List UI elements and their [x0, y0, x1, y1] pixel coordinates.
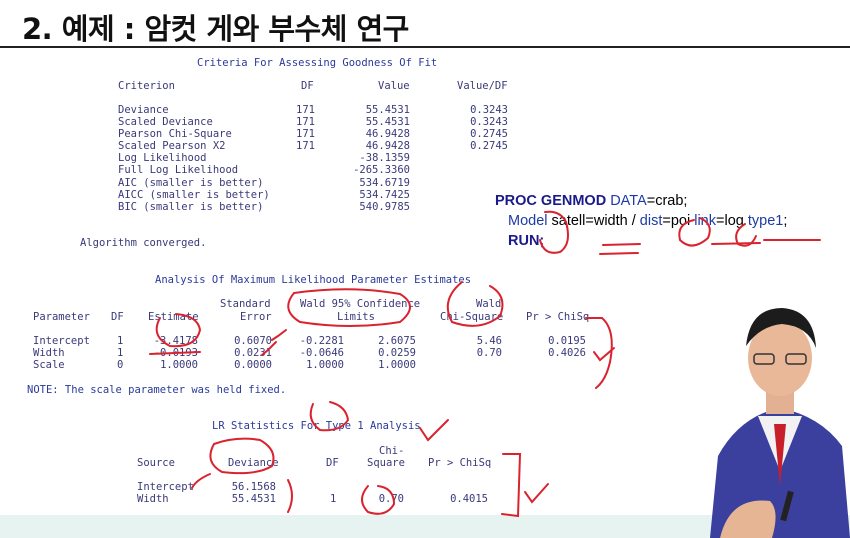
mle-parameter: Width — [33, 347, 65, 359]
code-run: RUN; — [508, 233, 545, 249]
mle-col-pr: Pr > ChiSq — [526, 311, 590, 323]
slide-title: 2. 예제 : 암컷 게와 부수체 연구 — [22, 12, 409, 46]
mle-upper: 1.0000 — [378, 359, 416, 371]
code-data-value: =crab; — [646, 193, 688, 209]
fit-criterion: Scaled Deviance — [118, 116, 213, 128]
fit-criterion: Log Likelihood — [118, 152, 207, 164]
mle-col-df: DF — [111, 311, 124, 323]
presenter-video — [710, 308, 850, 538]
mle-parameter: Intercept — [33, 335, 90, 347]
fit-df: 171 — [296, 140, 315, 152]
fit-valuedf: 0.3243 — [470, 116, 508, 128]
fit-criterion: Full Log Likelihood — [118, 164, 239, 176]
mle-head-wald-ci: Wald 95% Confidence — [300, 298, 421, 310]
code-link-value: =log — [716, 213, 748, 229]
mle-heading: Analysis Of Maximum Likelihood Parameter… — [155, 274, 472, 286]
mle-col-estimate: Estimate — [148, 311, 199, 323]
fit-col-valuedf: Value/DF — [457, 80, 508, 92]
code-dist-value: =poi — [662, 213, 695, 229]
mle-parameter: Scale — [33, 359, 65, 371]
fit-df: 171 — [296, 128, 315, 140]
code-end: ; — [783, 213, 788, 229]
mle-df: 0 — [117, 359, 124, 371]
mle-df: 1 — [117, 335, 124, 347]
fit-value: 46.9428 — [365, 140, 410, 152]
fit-value: 534.6719 — [359, 177, 410, 189]
fit-value: -265.3360 — [353, 164, 410, 176]
mle-error: 0.0000 — [234, 359, 272, 371]
fit-heading: Criteria For Assessing Goodness Of Fit — [197, 57, 438, 69]
lr-pr: 0.4015 — [450, 493, 488, 505]
mle-df: 1 — [117, 347, 124, 359]
mle-estimate: -0.0193 — [153, 347, 198, 359]
fit-value: 55.4531 — [365, 116, 410, 128]
mle-lower: -0.0646 — [299, 347, 344, 359]
fit-criterion: Pearson Chi-Square — [118, 128, 232, 140]
code-data-option: DATA — [610, 193, 647, 209]
mle-chisq: 0.70 — [476, 347, 502, 359]
scale-note: NOTE: The scale parameter was held fixed… — [27, 384, 287, 396]
code-proc-keyword: PROC GENMOD — [495, 193, 607, 209]
lr-deviance: 55.4531 — [231, 493, 276, 505]
mle-head-wald: Wald — [476, 298, 502, 310]
mle-head-standard: Standard — [220, 298, 271, 310]
code-dist-option: dist — [639, 213, 663, 229]
mle-col-parameter: Parameter — [33, 311, 90, 323]
mle-col-error: Error — [240, 311, 272, 323]
fit-valuedf: 0.3243 — [470, 104, 508, 116]
fit-value: 55.4531 — [365, 104, 410, 116]
converged-message: Algorithm converged. — [80, 237, 207, 249]
fit-valuedf: 0.2745 — [470, 128, 508, 140]
fit-value: 46.9428 — [365, 128, 410, 140]
mle-col-limits: Limits — [337, 311, 375, 323]
code-type-option: type1 — [747, 213, 784, 229]
code-link-option: link — [694, 213, 716, 229]
fit-col-df: DF — [301, 80, 314, 92]
fit-df: 171 — [296, 104, 315, 116]
fit-value: 534.7425 — [359, 189, 410, 201]
fit-criterion: BIC (smaller is better) — [118, 201, 264, 213]
lr-col-df: DF — [326, 457, 339, 469]
code-line-1: PROC GENMOD DATA=crab; — [495, 193, 687, 209]
mle-estimate: 1.0000 — [160, 359, 198, 371]
mle-pr: 0.0195 — [548, 335, 586, 347]
mle-col-chisq: Chi-Square — [440, 311, 504, 323]
fit-criterion: AIC (smaller is better) — [118, 177, 264, 189]
lr-square: 0.70 — [378, 493, 404, 505]
fit-value: 540.9785 — [359, 201, 410, 213]
code-line-2: Model satell=width / dist=poi link=log t… — [508, 213, 787, 229]
fit-col-value: Value — [378, 80, 410, 92]
fit-df: 171 — [296, 116, 315, 128]
fit-criterion: Deviance — [118, 104, 169, 116]
fit-criterion: Scaled Pearson X2 — [118, 140, 226, 152]
lr-deviance: 56.1568 — [231, 481, 276, 493]
lr-col-deviance: Deviance — [228, 457, 279, 469]
lr-source: Intercept — [137, 481, 194, 493]
fit-valuedf: 0.2745 — [470, 140, 508, 152]
mle-chisq: 5.46 — [476, 335, 502, 347]
mle-pr: 0.4026 — [548, 347, 586, 359]
mle-error: 0.6070 — [234, 335, 272, 347]
fit-col-criterion: Criterion — [118, 80, 175, 92]
mle-lower: 1.0000 — [306, 359, 344, 371]
mle-error: 0.0231 — [234, 347, 272, 359]
title-rule — [0, 46, 850, 48]
lr-col-square: Square — [367, 457, 405, 469]
lr-col-chi-top: Chi- — [379, 445, 405, 457]
fit-value: -38.1359 — [359, 152, 410, 164]
mle-lower: -0.2281 — [299, 335, 344, 347]
code-model-formula: satell=width / — [547, 213, 640, 229]
fit-criterion: AICC (smaller is better) — [118, 189, 270, 201]
lr-col-source: Source — [137, 457, 175, 469]
lr-df: 1 — [330, 493, 337, 505]
lr-source: Width — [137, 493, 169, 505]
lr-heading: LR Statistics For Type 1 Analysis — [212, 420, 421, 432]
mle-upper: 2.6075 — [378, 335, 416, 347]
mle-estimate: -3.4178 — [153, 335, 198, 347]
lr-col-pr: Pr > ChiSq — [428, 457, 492, 469]
code-model-keyword: Model — [508, 213, 548, 229]
mle-upper: 0.0259 — [378, 347, 416, 359]
